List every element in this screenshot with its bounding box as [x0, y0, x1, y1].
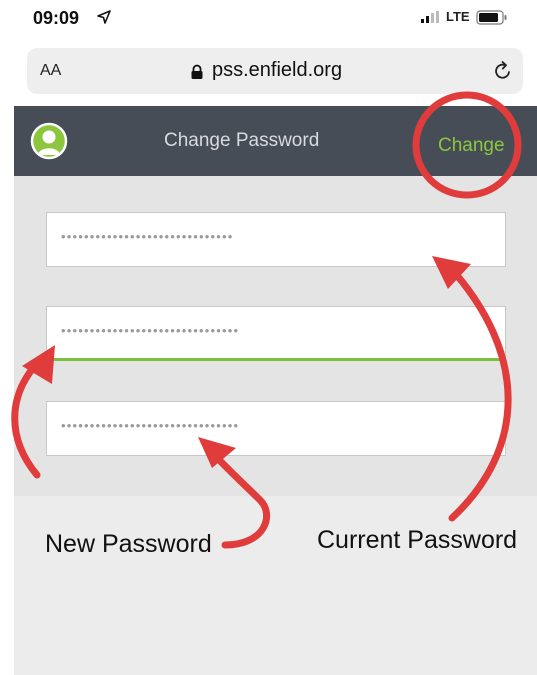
new-password-field[interactable]: ••••••••••••••••••••••••••••••• [46, 306, 506, 361]
change-button[interactable]: Change [438, 135, 505, 157]
current-password-field[interactable]: •••••••••••••••••••••••••••••• [46, 212, 506, 267]
url-text[interactable]: pss.enfield.org [212, 59, 342, 82]
status-time: 09:09 [33, 8, 80, 28]
text-size-button[interactable]: AA [40, 62, 61, 80]
confirm-password-value: ••••••••••••••••••••••••••••••• [61, 418, 240, 433]
new-password-value: ••••••••••••••••••••••••••••••• [61, 323, 240, 338]
current-password-value: •••••••••••••••••••••••••••••• [61, 229, 234, 244]
new-password-label: New Password [45, 530, 212, 558]
location-arrow-icon [97, 10, 111, 24]
page-title: Change Password [164, 130, 320, 151]
empty-area [14, 496, 537, 675]
network-type: LTE [446, 9, 470, 24]
current-password-label: Current Password [317, 526, 518, 554]
signal-strength-icon [421, 11, 439, 23]
lock-icon [191, 64, 203, 79]
reload-icon[interactable] [492, 60, 514, 82]
confirm-password-field[interactable]: ••••••••••••••••••••••••••••••• [46, 401, 506, 456]
battery-icon [476, 10, 507, 25]
user-avatar-icon[interactable] [30, 122, 68, 160]
